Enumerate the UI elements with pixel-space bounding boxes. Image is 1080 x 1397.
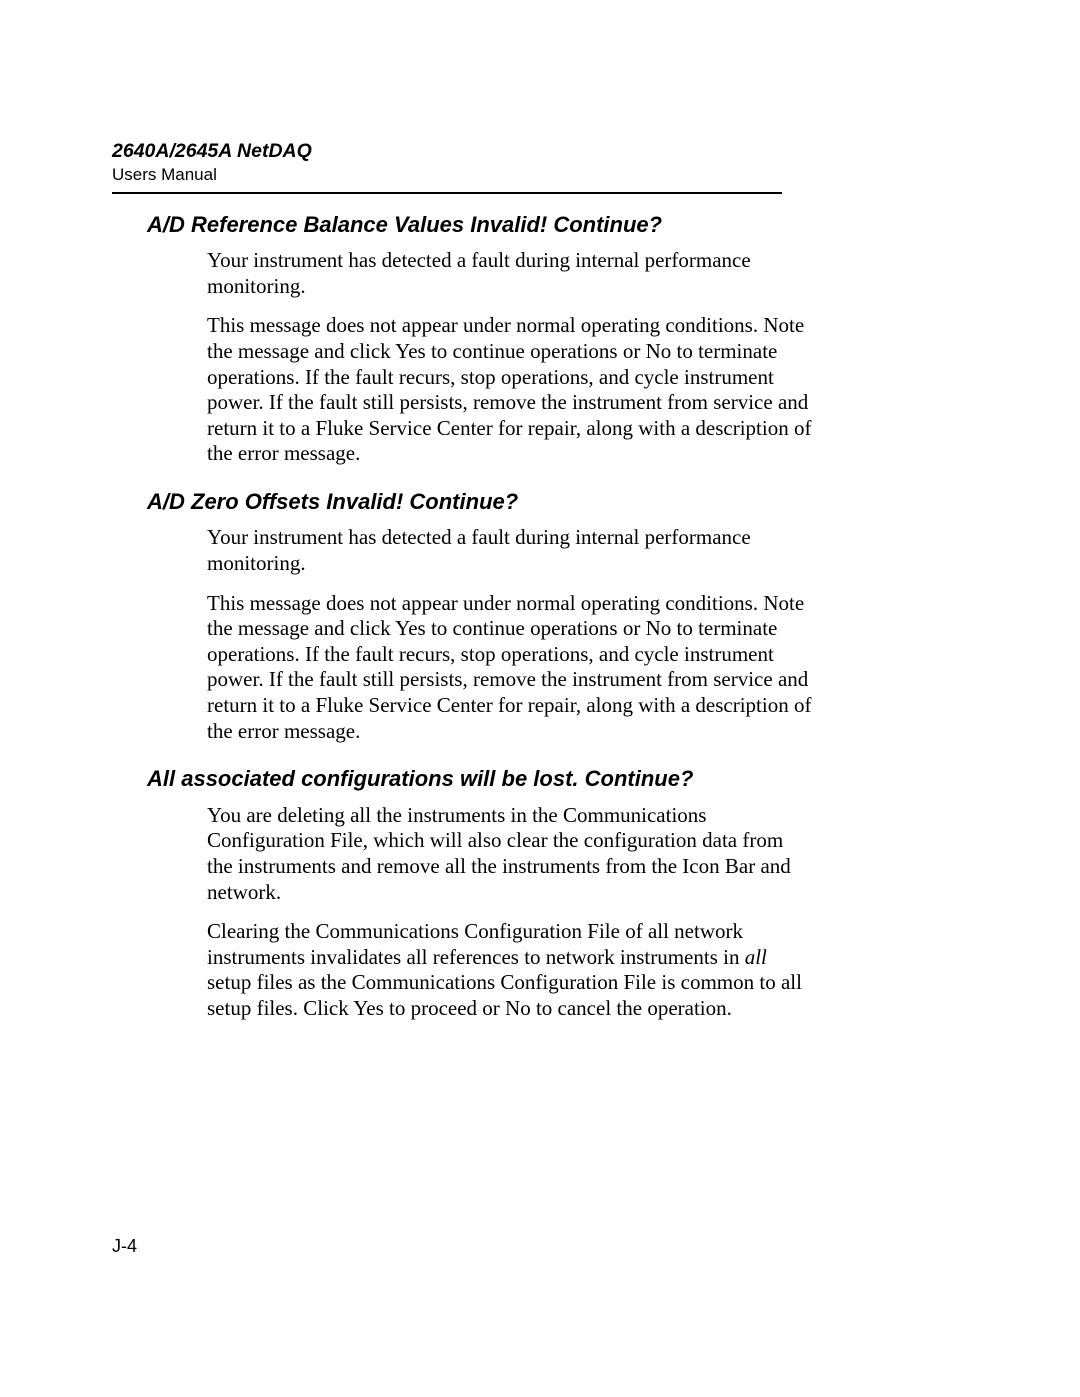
body-paragraph: Your instrument has detected a fault dur…: [207, 248, 812, 299]
section-ad-zero-offsets: A/D Zero Offsets Invalid! Continue? Your…: [112, 489, 910, 744]
body-paragraph: Your instrument has detected a fault dur…: [207, 525, 812, 576]
section-configurations-lost: All associated configurations will be lo…: [112, 766, 910, 1021]
section-ad-reference-balance: A/D Reference Balance Values Invalid! Co…: [112, 212, 910, 467]
section-heading: All associated configurations will be lo…: [147, 766, 910, 792]
body-text-pre: Clearing the Communications Configuratio…: [207, 919, 745, 969]
page-number: J-4: [112, 1236, 137, 1257]
body-paragraph: You are deleting all the instruments in …: [207, 803, 812, 905]
section-heading: A/D Reference Balance Values Invalid! Co…: [147, 212, 910, 238]
body-paragraph: This message does not appear under norma…: [207, 313, 812, 467]
body-text-post: setup files as the Communications Config…: [207, 970, 802, 1020]
manual-page: 2640A/2645A NetDAQ Users Manual A/D Refe…: [0, 0, 1080, 1397]
section-heading: A/D Zero Offsets Invalid! Continue?: [147, 489, 910, 515]
body-paragraph: This message does not appear under norma…: [207, 591, 812, 745]
header-title: 2640A/2645A NetDAQ: [112, 140, 910, 163]
header-subtitle: Users Manual: [112, 165, 910, 185]
page-header: 2640A/2645A NetDAQ Users Manual: [112, 140, 910, 186]
body-text-italic: all: [745, 945, 767, 969]
header-rule: [112, 192, 782, 194]
body-paragraph: Clearing the Communications Configuratio…: [207, 919, 812, 1021]
